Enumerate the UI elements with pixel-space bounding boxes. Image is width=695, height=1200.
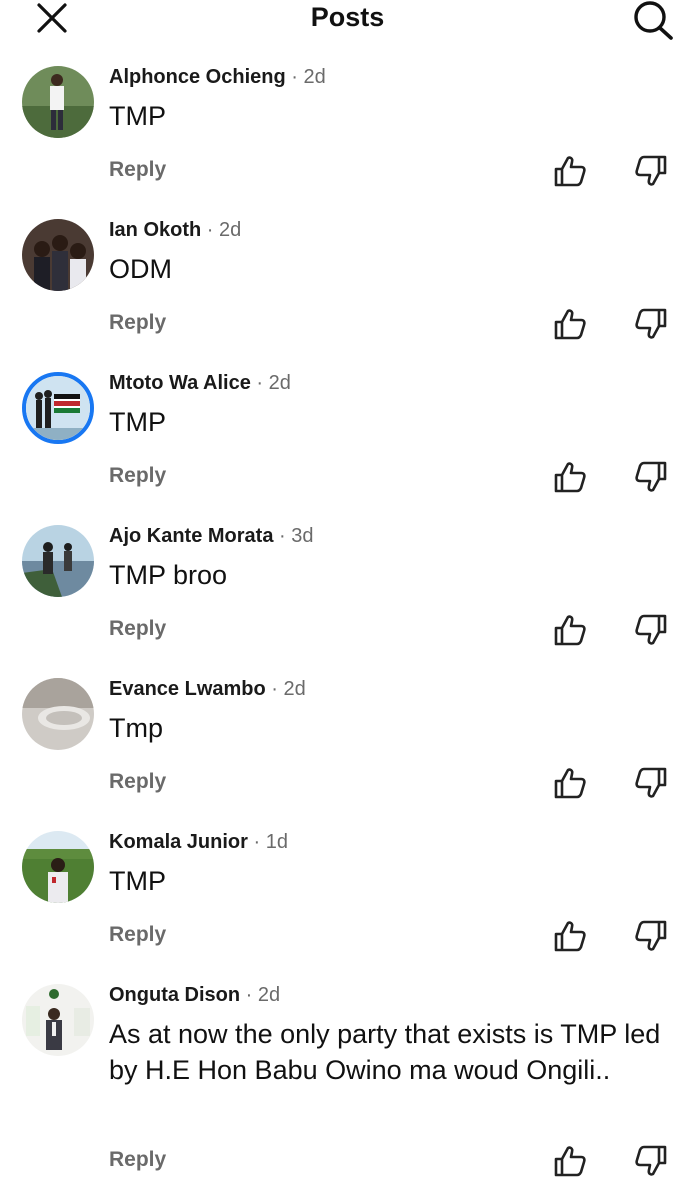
thumbs-up-icon[interactable] <box>553 307 587 341</box>
comment-header: Ian Okoth · 2d <box>109 219 241 242</box>
reply-button[interactable]: Reply <box>109 923 166 947</box>
avatar-image <box>22 984 94 1056</box>
comment-time: · 2d <box>291 66 326 88</box>
comment-item: Evance Lwambo · 2d Tmp Reply <box>0 678 695 828</box>
avatar-image <box>22 525 94 597</box>
comment-text: TMP broo <box>109 560 228 590</box>
comment-header: Alphonce Ochieng · 2d <box>109 66 326 89</box>
search-icon <box>634 1 673 40</box>
reply-button[interactable]: Reply <box>109 311 166 335</box>
comment-text: Tmp <box>109 713 163 743</box>
thumbs-up-icon[interactable] <box>553 460 587 494</box>
thumbs-down-icon[interactable] <box>634 1144 668 1178</box>
comment-item: Ian Okoth · 2d ODM Reply <box>0 219 695 369</box>
thumbs-down-icon[interactable] <box>634 154 668 188</box>
reply-button[interactable]: Reply <box>109 158 166 182</box>
thumbs-down-icon[interactable] <box>634 766 668 800</box>
comment-time: · 2d <box>256 372 291 394</box>
author-name[interactable]: Onguta Dison <box>109 984 240 1006</box>
avatar-image <box>22 831 94 903</box>
comment-header: Onguta Dison · 2d <box>109 984 280 1007</box>
comment-text: TMP <box>109 866 166 896</box>
author-name[interactable]: Mtoto Wa Alice <box>109 372 251 394</box>
avatar[interactable] <box>22 372 94 444</box>
avatar[interactable] <box>22 678 94 750</box>
reply-button[interactable]: Reply <box>109 770 166 794</box>
avatar[interactable] <box>22 831 94 903</box>
comment-time: · 1d <box>253 831 288 853</box>
comment-text: TMP <box>109 101 166 131</box>
thumbs-down-icon[interactable] <box>634 613 668 647</box>
thumbs-down-icon[interactable] <box>634 307 668 341</box>
author-name[interactable]: Komala Junior <box>109 831 248 853</box>
comment-item: Onguta Dison · 2d As at now the only par… <box>0 984 695 1194</box>
thumbs-up-icon[interactable] <box>553 1144 587 1178</box>
comment-time: · 2d <box>245 984 281 1006</box>
author-name[interactable]: Ajo Kante Morata <box>109 525 273 547</box>
reply-button[interactable]: Reply <box>109 617 166 641</box>
comment-header: Komala Junior · 1d <box>109 831 288 854</box>
comment-text: TMP <box>109 407 166 437</box>
comment-time: · 3d <box>279 525 314 547</box>
comment-item: Mtoto Wa Alice · 2d TMP Reply <box>0 372 695 522</box>
avatar-image <box>22 66 94 138</box>
comment-text: ODM <box>109 254 172 284</box>
comment-item: Ajo Kante Morata · 3d TMP broo Reply <box>0 525 695 675</box>
thumbs-down-icon[interactable] <box>634 460 668 494</box>
comment-text: As at now the only party that exists is … <box>109 1019 661 1085</box>
comment-header: Ajo Kante Morata · 3d <box>109 525 314 548</box>
author-name[interactable]: Ian Okoth <box>109 219 201 241</box>
top-bar: Posts <box>0 0 695 40</box>
thumbs-up-icon[interactable] <box>553 613 587 647</box>
search-button[interactable] <box>628 0 678 40</box>
comment-item: Komala Junior · 1d TMP Reply <box>0 831 695 981</box>
comment-header: Mtoto Wa Alice · 2d <box>109 372 291 395</box>
thumbs-up-icon[interactable] <box>553 154 587 188</box>
page-title: Posts <box>310 2 385 32</box>
thumbs-up-icon[interactable] <box>553 919 587 953</box>
reply-button[interactable]: Reply <box>109 464 166 488</box>
avatar[interactable] <box>22 984 94 1056</box>
avatar[interactable] <box>22 525 94 597</box>
avatar[interactable] <box>22 66 94 138</box>
author-name[interactable]: Evance Lwambo <box>109 678 266 700</box>
avatar-image <box>22 678 94 750</box>
thumbs-down-icon[interactable] <box>634 919 668 953</box>
comment-time: · 2d <box>206 219 242 241</box>
comment-time: · 2d <box>271 678 306 700</box>
reply-button[interactable]: Reply <box>109 1148 166 1172</box>
thumbs-up-icon[interactable] <box>553 766 587 800</box>
comment-header: Evance Lwambo · 2d <box>109 678 306 701</box>
comment-item: Alphonce Ochieng · 2d TMP Reply <box>0 66 695 216</box>
avatar-image <box>22 219 94 291</box>
avatar-image <box>26 376 90 440</box>
avatar[interactable] <box>22 219 94 291</box>
author-name[interactable]: Alphonce Ochieng <box>109 66 286 88</box>
